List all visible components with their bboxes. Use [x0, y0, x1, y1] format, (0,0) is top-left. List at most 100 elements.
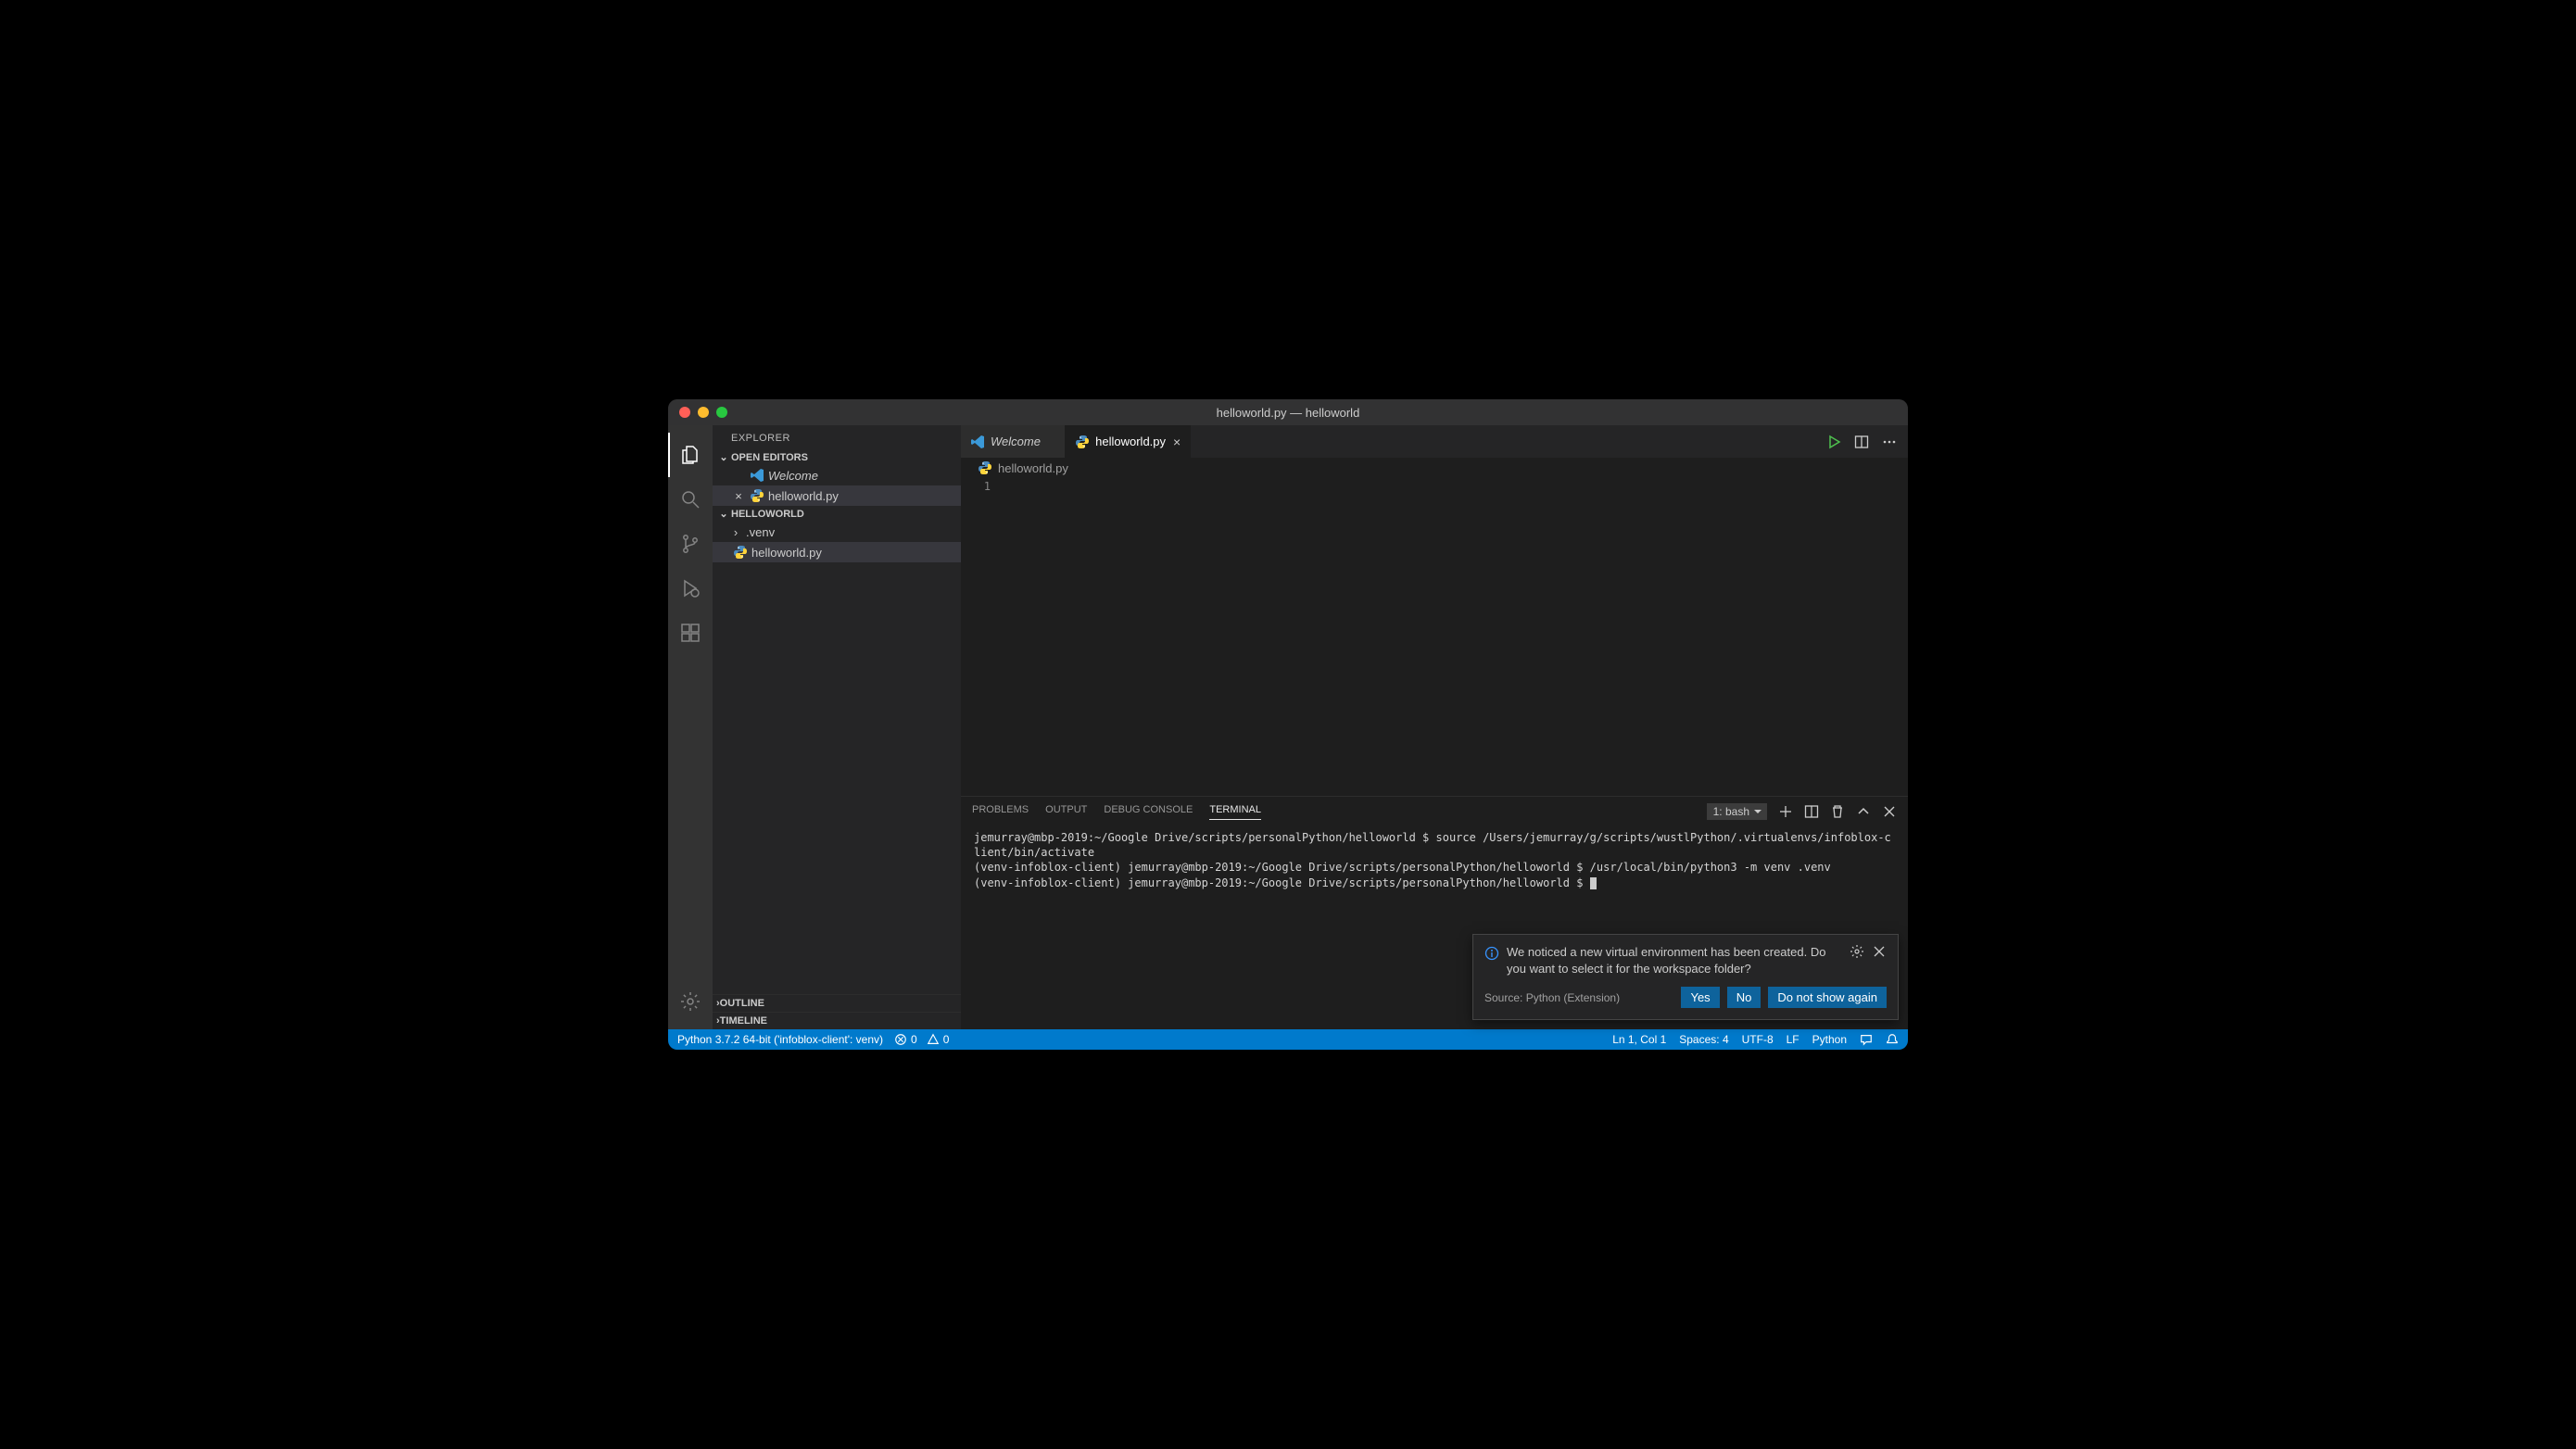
sidebar-title: EXPLORER [713, 425, 961, 449]
terminal-selector[interactable]: 1: bash [1707, 803, 1767, 820]
search-icon [679, 488, 701, 510]
python-icon [1075, 435, 1090, 449]
terminal-line: (venv-infoblox-client) jemurray@mbp-2019… [974, 876, 1590, 889]
status-cursor-position[interactable]: Ln 1, Col 1 [1612, 1033, 1666, 1046]
debug-icon [679, 577, 701, 599]
panel-tab-output[interactable]: OUTPUT [1045, 804, 1087, 819]
status-feedback-button[interactable] [1860, 1033, 1873, 1046]
maximize-panel-button[interactable] [1856, 804, 1871, 819]
panel: PROBLEMS OUTPUT DEBUG CONSOLE TERMINAL 1… [961, 796, 1908, 1029]
panel-tab-terminal[interactable]: TERMINAL [1209, 804, 1261, 820]
activity-run-debug[interactable] [668, 566, 713, 611]
tab-label: helloworld.py [1095, 435, 1166, 448]
notification-close-button[interactable] [1872, 944, 1887, 977]
title-bar: helloworld.py — helloworld [668, 399, 1908, 425]
close-panel-button[interactable] [1882, 804, 1897, 819]
editor-body[interactable]: 1 [961, 478, 1908, 796]
run-button[interactable] [1826, 435, 1841, 449]
open-editor-welcome[interactable]: × Welcome [713, 465, 961, 485]
error-count: 0 [911, 1033, 917, 1046]
breadcrumb-file: helloworld.py [998, 461, 1068, 475]
file-helloworld[interactable]: helloworld.py [713, 542, 961, 562]
terminal-line: jemurray@mbp-2019:~/Google Drive/scripts… [974, 831, 1891, 859]
info-icon [1484, 946, 1499, 977]
panel-tab-debug-console[interactable]: DEBUG CONSOLE [1104, 804, 1193, 819]
open-editor-helloworld[interactable]: × helloworld.py [713, 485, 961, 506]
open-editors-label: OPEN EDITORS [731, 452, 808, 463]
status-language[interactable]: Python [1812, 1033, 1847, 1046]
tab-label: Welcome [991, 435, 1041, 448]
split-terminal-button[interactable] [1804, 804, 1819, 819]
outline-label: OUTLINE [720, 998, 764, 1009]
breadcrumbs[interactable]: helloworld.py [961, 458, 1908, 478]
folder-venv[interactable]: › .venv [713, 522, 961, 542]
vscode-window: helloworld.py — helloworld [668, 399, 1908, 1050]
editor-tabs: Welcome × helloworld.py × [961, 425, 1908, 458]
activity-settings[interactable] [668, 979, 713, 1024]
status-errors[interactable]: 0 0 [894, 1033, 949, 1046]
activity-search[interactable] [668, 477, 713, 522]
line-number-gutter: 1 [961, 478, 1005, 796]
panel-tabs: PROBLEMS OUTPUT DEBUG CONSOLE TERMINAL 1… [961, 797, 1908, 826]
open-editors-header[interactable]: ⌄ OPEN EDITORS [713, 449, 961, 465]
code-area[interactable] [1005, 478, 1908, 796]
close-icon[interactable]: × [731, 489, 746, 503]
tab-helloworld[interactable]: helloworld.py × [1066, 425, 1191, 458]
window-title: helloworld.py — helloworld [668, 406, 1908, 420]
notification-dont-show-button[interactable]: Do not show again [1768, 987, 1887, 1008]
feedback-icon [1860, 1033, 1873, 1046]
status-eol[interactable]: LF [1787, 1033, 1799, 1046]
notification-source: Source: Python (Extension) [1484, 991, 1620, 1004]
more-actions-button[interactable] [1882, 435, 1897, 449]
new-terminal-button[interactable] [1778, 804, 1793, 819]
chevron-right-icon: › [729, 525, 742, 539]
files-icon [679, 444, 701, 466]
terminal-cursor [1590, 877, 1597, 889]
activity-source-control[interactable] [668, 522, 713, 566]
terminal-line: (venv-infoblox-client) jemurray@mbp-2019… [974, 861, 1831, 874]
branch-icon [679, 533, 701, 555]
editor-area: Welcome × helloworld.py × [961, 425, 1908, 1029]
timeline-label: TIMELINE [720, 1015, 767, 1027]
vscode-icon [970, 435, 985, 449]
chevron-down-icon: ⌄ [716, 451, 731, 463]
workspace-header[interactable]: ⌄ HELLOWORLD [713, 506, 961, 522]
workspace-label: HELLOWORLD [731, 509, 804, 520]
extensions-icon [679, 622, 701, 644]
timeline-header[interactable]: › TIMELINE [713, 1012, 961, 1029]
notification-settings-button[interactable] [1850, 944, 1864, 977]
kill-terminal-button[interactable] [1830, 804, 1845, 819]
warning-icon [927, 1033, 940, 1046]
window-body: EXPLORER ⌄ OPEN EDITORS × Welcome × hell… [668, 425, 1908, 1029]
activity-extensions[interactable] [668, 611, 713, 655]
status-bar: Python 3.7.2 64-bit ('infoblox-client': … [668, 1029, 1908, 1050]
close-icon[interactable]: × [1173, 435, 1181, 449]
python-icon [978, 460, 992, 475]
editor-actions [1826, 425, 1908, 458]
status-indentation[interactable]: Spaces: 4 [1679, 1033, 1728, 1046]
status-python-interpreter[interactable]: Python 3.7.2 64-bit ('infoblox-client': … [677, 1033, 883, 1046]
gear-icon [679, 990, 701, 1013]
terminal-selector-value: 1: bash [1707, 803, 1767, 820]
activity-explorer[interactable] [668, 433, 713, 477]
notification-no-button[interactable]: No [1727, 987, 1762, 1008]
panel-actions: 1: bash [1707, 803, 1897, 820]
status-notifications-button[interactable] [1886, 1033, 1899, 1046]
status-encoding[interactable]: UTF-8 [1742, 1033, 1774, 1046]
notification-toast: We noticed a new virtual environment has… [1472, 934, 1899, 1020]
folder-label: .venv [746, 525, 775, 539]
file-label: helloworld.py [751, 546, 822, 560]
outline-header[interactable]: › OUTLINE [713, 994, 961, 1012]
split-editor-button[interactable] [1854, 435, 1869, 449]
chevron-down-icon: ⌄ [716, 508, 731, 520]
bell-icon [1886, 1033, 1899, 1046]
python-icon [750, 488, 764, 503]
notification-message: We noticed a new virtual environment has… [1507, 944, 1842, 977]
line-number: 1 [961, 480, 991, 493]
vscode-icon [750, 468, 764, 483]
open-editor-label: Welcome [768, 469, 818, 483]
panel-tab-problems[interactable]: PROBLEMS [972, 804, 1029, 819]
warning-count: 0 [943, 1033, 950, 1046]
notification-yes-button[interactable]: Yes [1681, 987, 1719, 1008]
tab-welcome[interactable]: Welcome × [961, 425, 1066, 458]
